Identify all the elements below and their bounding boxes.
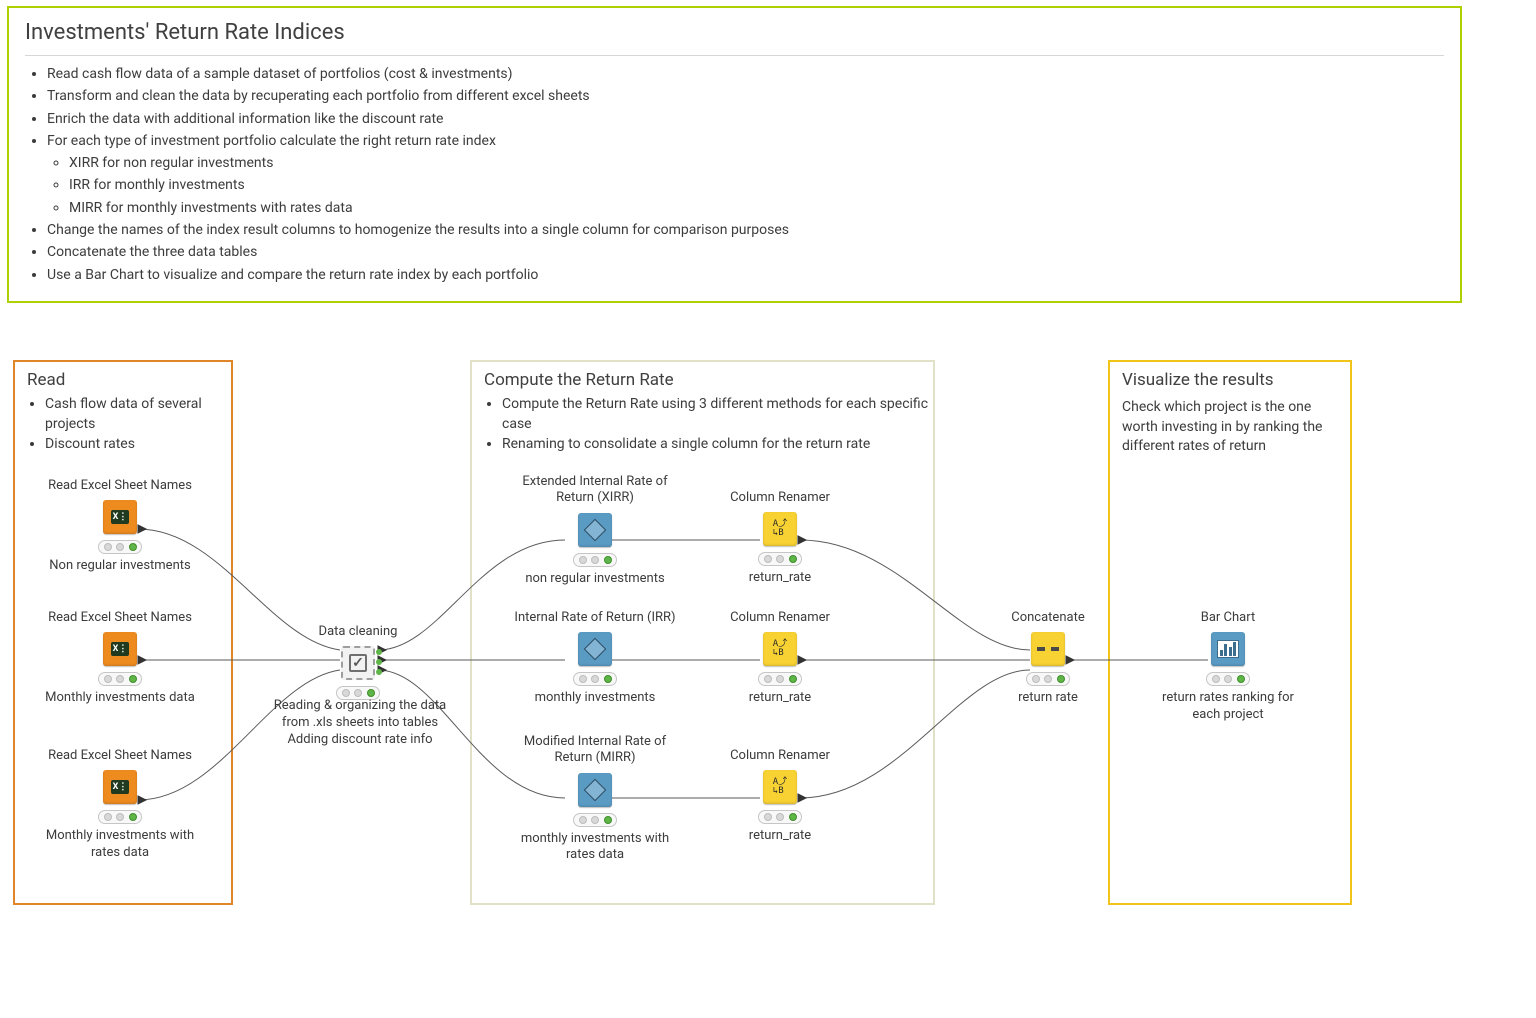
node-caption: Monthly investments with rates data xyxy=(40,828,200,861)
node-status xyxy=(758,672,802,686)
xirr-icon xyxy=(578,513,612,547)
node-column-renamer-3[interactable]: Column Renamer A⤴↳B return_rate xyxy=(700,748,860,845)
group-item: Renaming to consolidate a single column … xyxy=(502,435,933,455)
node-caption: return_rate xyxy=(700,828,860,844)
rename-icon: A⤴↳B xyxy=(763,770,797,804)
port-indicator xyxy=(376,649,382,655)
mirr-icon xyxy=(578,773,612,807)
node-caption: Non regular investments xyxy=(40,558,200,574)
node-bar-chart[interactable]: Bar Chart return rates ranking for each … xyxy=(1148,610,1308,723)
group-title: Compute the Return Rate xyxy=(472,362,933,394)
node-title: Column Renamer xyxy=(700,610,860,626)
port-indicator xyxy=(376,669,382,675)
group-text: Check which project is the one worth inv… xyxy=(1122,398,1338,457)
node-status xyxy=(1206,672,1250,686)
port-indicator xyxy=(376,659,382,665)
node-title: Modified Internal Rate of Return (MIRR) xyxy=(505,734,685,767)
node-mirr[interactable]: Modified Internal Rate of Return (MIRR) … xyxy=(505,734,685,863)
node-title: Read Excel Sheet Names xyxy=(40,610,200,626)
node-caption: return rates ranking for each project xyxy=(1148,690,1308,723)
node-title: Column Renamer xyxy=(700,490,860,506)
node-concatenate[interactable]: Concatenate return rate xyxy=(968,610,1128,707)
node-title: Concatenate xyxy=(968,610,1128,626)
node-column-renamer-1[interactable]: Column Renamer A⤴↳B return_rate xyxy=(700,490,860,587)
node-status xyxy=(573,813,617,827)
concatenate-icon xyxy=(1031,632,1065,666)
node-status xyxy=(573,553,617,567)
node-title: Column Renamer xyxy=(700,748,860,764)
node-status xyxy=(98,540,142,554)
node-read-excel-2[interactable]: Read Excel Sheet Names X⋮ Monthly invest… xyxy=(40,610,200,707)
node-caption: return_rate xyxy=(700,690,860,706)
group-title: Visualize the results xyxy=(1110,362,1350,394)
node-title: Extended Internal Rate of Return (XIRR) xyxy=(505,474,685,507)
node-caption: return_rate xyxy=(700,570,860,586)
group-item: Discount rates xyxy=(45,435,231,455)
node-xirr[interactable]: Extended Internal Rate of Return (XIRR) … xyxy=(505,474,685,587)
excel-icon: X⋮ xyxy=(103,770,137,804)
node-title: Read Excel Sheet Names xyxy=(40,748,200,764)
metanode-icon xyxy=(341,646,375,680)
node-status xyxy=(98,810,142,824)
rename-icon: A⤴↳B xyxy=(763,512,797,546)
excel-icon: X⋮ xyxy=(103,500,137,534)
node-status xyxy=(758,810,802,824)
irr-icon xyxy=(578,632,612,666)
node-read-excel-3[interactable]: Read Excel Sheet Names X⋮ Monthly invest… xyxy=(40,748,200,861)
group-item: Compute the Return Rate using 3 differen… xyxy=(502,395,933,434)
node-irr[interactable]: Internal Rate of Return (IRR) monthly in… xyxy=(505,610,685,707)
node-caption: return rate xyxy=(968,690,1128,706)
node-read-excel-1[interactable]: Read Excel Sheet Names X⋮ Non regular in… xyxy=(40,478,200,575)
node-title: Data cleaning xyxy=(278,624,438,640)
node-caption: monthly investments xyxy=(505,690,685,706)
node-status xyxy=(1026,672,1070,686)
node-status xyxy=(98,672,142,686)
node-title: Internal Rate of Return (IRR) xyxy=(505,610,685,626)
node-status xyxy=(573,672,617,686)
workflow-canvas[interactable]: Read Cash flow data of several projects … xyxy=(0,0,1536,1018)
node-status xyxy=(758,552,802,566)
rename-icon: A⤴↳B xyxy=(763,632,797,666)
node-caption: non regular investments xyxy=(505,571,685,587)
group-title: Read xyxy=(15,362,231,394)
node-data-cleaning[interactable]: Data cleaning xyxy=(278,624,438,704)
node-column-renamer-2[interactable]: Column Renamer A⤴↳B return_rate xyxy=(700,610,860,707)
group-item: Cash flow data of several projects xyxy=(45,395,231,434)
node-title: Read Excel Sheet Names xyxy=(40,478,200,494)
node-caption: Reading & organizing the data from .xls … xyxy=(270,698,450,749)
node-caption: monthly investments with rates data xyxy=(505,831,685,864)
node-caption: Monthly investments data xyxy=(40,690,200,706)
bar-chart-icon xyxy=(1211,632,1245,666)
node-title: Bar Chart xyxy=(1148,610,1308,626)
excel-icon: X⋮ xyxy=(103,632,137,666)
